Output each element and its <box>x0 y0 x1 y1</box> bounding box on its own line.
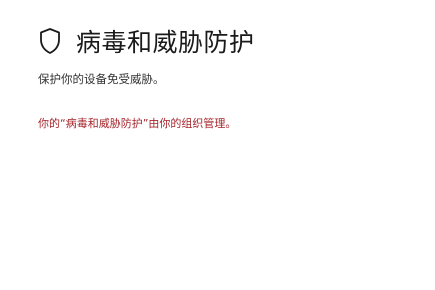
shield-icon <box>38 27 62 55</box>
organization-managed-notice: 你的“病毒和威胁防护”由你的组织管理。 <box>38 117 237 130</box>
page-title: 病毒和威胁防护 <box>76 28 255 57</box>
page-description: 保护你的设备免受威胁。 <box>38 72 165 86</box>
virus-threat-protection-page: 病毒和威胁防护 保护你的设备免受威胁。 你的“病毒和威胁防护”由你的组织管理。 <box>0 0 435 290</box>
page-header: 病毒和威胁防护 <box>38 24 255 58</box>
